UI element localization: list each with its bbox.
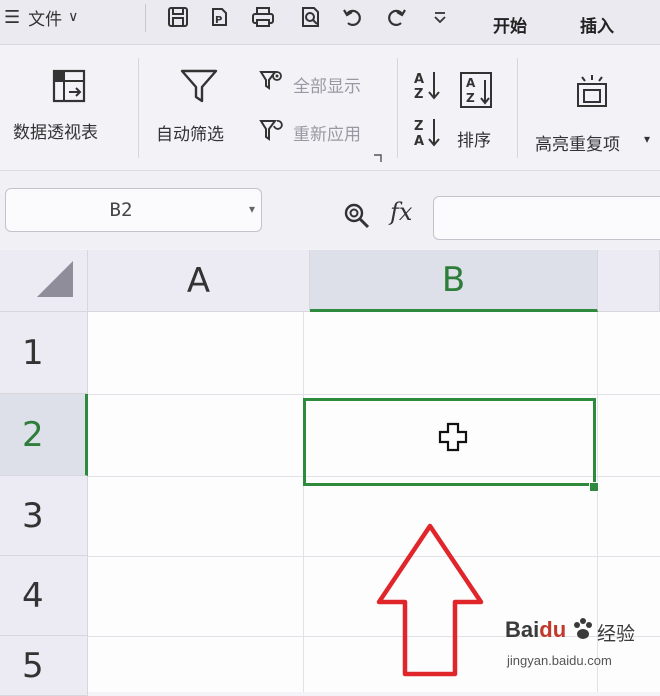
formula-input[interactable] [433,196,660,240]
dropdown-arrow-icon[interactable]: ▾ [249,202,255,216]
hamburger-icon: ☰ [4,6,21,28]
print-icon[interactable] [250,4,276,30]
row-header-1[interactable]: 1 [0,312,88,394]
fill-handle[interactable] [589,482,599,492]
tab-home[interactable]: 开始 [493,12,527,37]
svg-text:P: P [215,15,222,26]
column-header-a[interactable]: A [88,250,310,312]
ribbon-divider [517,58,518,158]
tab-insert[interactable]: 插入 [580,12,614,37]
ribbon-divider [138,58,139,158]
sort-icon[interactable]: AZ [456,68,500,112]
watermark-brand-cn: 经验 [597,623,636,645]
pivot-table-label[interactable]: 数据透视表 [13,118,98,143]
paw-logo-icon [574,618,592,639]
chevron-down-icon: ∨ [68,9,79,25]
ribbon-divider [397,58,398,158]
sort-label[interactable]: 排序 [457,126,491,151]
reapply-label[interactable]: 重新应用 [293,120,361,145]
red-up-arrow-icon [375,520,487,684]
watermark-brand: Baidu [505,617,567,642]
svg-text:A: A [414,72,424,87]
select-all-corner[interactable] [0,250,88,312]
sort-descending-icon[interactable]: ZA [411,115,443,149]
row-gridline [88,394,660,395]
row-header-2[interactable]: 2 [0,394,88,476]
show-all-label[interactable]: 全部显示 [293,72,361,97]
watermark-url: jingyan.baidu.com [507,653,612,668]
zoom-search-icon[interactable] [341,200,373,232]
svg-text:A: A [414,134,424,148]
save-icon[interactable] [165,4,191,30]
row-header-5[interactable]: 5 [0,636,88,696]
svg-text:Z: Z [414,87,423,101]
svg-text:Z: Z [466,91,475,105]
print-preview-icon[interactable] [298,4,324,30]
row-gridline [88,556,660,557]
dialog-launcher-icon[interactable] [372,153,382,163]
highlight-duplicates-label[interactable]: 高亮重复项 [535,130,620,155]
pivot-table-icon[interactable] [47,64,91,108]
column-gridline [303,312,304,692]
file-menu-label: 文件 [28,9,63,30]
highlight-duplicates-icon[interactable] [570,70,614,114]
undo-icon[interactable] [340,4,366,30]
file-menu[interactable]: ☰ 文件 ∨ [4,4,78,30]
export-icon[interactable]: P [207,4,233,30]
reapply-filter-icon[interactable] [256,115,286,145]
sort-ascending-icon[interactable]: AZ [411,68,443,102]
name-box[interactable]: B2 ▾ [5,188,262,232]
svg-text:Z: Z [414,119,423,134]
row-header-3[interactable]: 3 [0,476,88,556]
row-header-4[interactable]: 4 [0,556,88,636]
show-all-filter-icon[interactable] [256,66,286,96]
toolbar-divider [145,4,146,32]
auto-filter-label[interactable]: 自动筛选 [156,120,224,145]
column-header-next[interactable] [598,250,660,312]
top-bar: ☰ 文件 ∨ P 开始 插入 [0,0,660,45]
cross-cursor-icon [437,421,469,457]
caret-down-icon[interactable]: ▾ [644,132,650,146]
customize-toolbar-icon[interactable] [427,4,453,30]
svg-text:A: A [466,76,476,90]
redo-icon[interactable] [383,4,409,30]
filter-icon[interactable] [175,62,223,110]
baidu-watermark: Baidu 经验 jingyan.baidu.com [505,615,655,685]
column-header-b[interactable]: B [310,250,598,312]
name-box-value: B2 [109,199,133,221]
function-icon[interactable]: fx [390,198,412,226]
